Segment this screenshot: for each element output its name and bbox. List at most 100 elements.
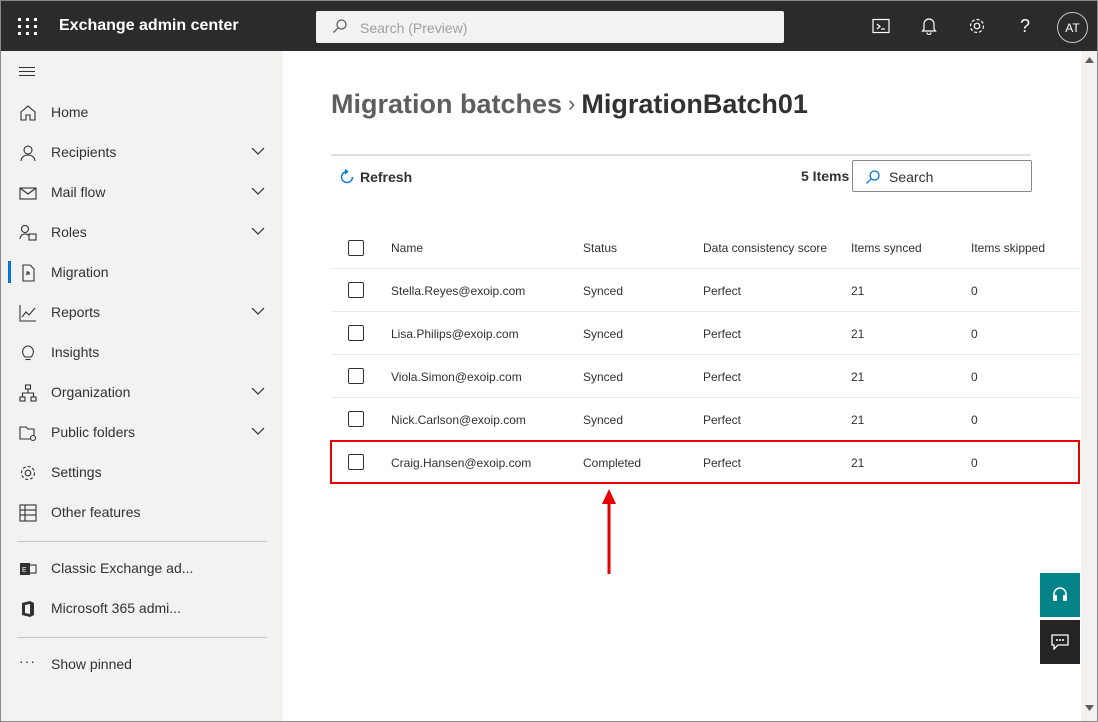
roles-icon xyxy=(19,224,37,241)
sidebar-item-migration[interactable]: Migration xyxy=(1,252,283,292)
cell-items-synced: 21 xyxy=(851,327,865,341)
sidebar-item-label: Migration xyxy=(51,264,109,280)
show-pinned-button[interactable]: ··· Show pinned xyxy=(1,644,283,684)
hamburger-icon[interactable] xyxy=(19,67,35,79)
sidebar: Home Recipients Mail flow Roles Migratio… xyxy=(1,51,283,721)
waffle-icon[interactable] xyxy=(15,15,37,37)
sidebar-item-public-folders[interactable]: Public folders xyxy=(1,412,283,452)
table-header-row: Name Status Data consistency score Items… xyxy=(331,227,1079,269)
sidebar-link-label: Classic Exchange ad... xyxy=(51,560,194,576)
cell-score: Perfect xyxy=(703,327,742,341)
sidebar-item-label: Reports xyxy=(51,304,101,320)
exchange-icon: E xyxy=(20,563,37,575)
column-header-score[interactable]: Data consistency score xyxy=(703,241,827,255)
sidebar-item-home[interactable]: Home xyxy=(1,92,283,132)
cell-name: Viola.Simon@exoip.com xyxy=(391,370,522,384)
avatar[interactable]: AT xyxy=(1057,12,1088,43)
chevron-down-icon xyxy=(251,387,265,395)
sidebar-link-classic-exchange[interactable]: E Classic Exchange ad... xyxy=(1,548,283,588)
column-header-items-skipped[interactable]: Items skipped xyxy=(971,241,1045,255)
column-header-items-synced[interactable]: Items synced xyxy=(851,241,922,255)
chevron-down-icon xyxy=(251,307,265,315)
cell-items-skipped: 0 xyxy=(971,370,978,384)
row-checkbox[interactable] xyxy=(348,282,364,298)
sidebar-item-label: Mail flow xyxy=(51,184,106,200)
app-window: Exchange admin center Search (Preview) ?… xyxy=(0,0,1098,722)
cell-items-skipped: 0 xyxy=(971,327,978,341)
row-checkbox[interactable] xyxy=(348,411,364,427)
cell-status: Synced xyxy=(583,413,624,427)
table-icon xyxy=(19,504,37,522)
sidebar-item-roles[interactable]: Roles xyxy=(1,212,283,252)
breadcrumb-parent[interactable]: Migration batches xyxy=(331,89,562,119)
highlight-box xyxy=(330,440,1080,484)
sidebar-divider xyxy=(17,541,267,542)
sidebar-item-recipients[interactable]: Recipients xyxy=(1,132,283,172)
sidebar-divider xyxy=(17,637,267,638)
sidebar-item-label: Roles xyxy=(51,224,87,240)
cell-items-synced: 21 xyxy=(851,370,865,384)
cell-score: Perfect xyxy=(703,284,742,298)
scroll-up-icon[interactable] xyxy=(1085,57,1094,63)
breadcrumb: Migration batches › MigrationBatch01 xyxy=(331,89,808,120)
sidebar-item-organization[interactable]: Organization xyxy=(1,372,283,412)
cell-items-skipped: 0 xyxy=(971,413,978,427)
item-count: 5 Items xyxy=(801,168,850,184)
more-icon: ··· xyxy=(19,653,36,669)
sidebar-item-mail-flow[interactable]: Mail flow xyxy=(1,172,283,212)
gear-icon[interactable] xyxy=(965,14,989,38)
show-pinned-label: Show pinned xyxy=(51,656,132,672)
table-row[interactable]: Viola.Simon@exoip.com Synced Perfect 21 … xyxy=(331,355,1079,398)
cell-name: Nick.Carlson@exoip.com xyxy=(391,413,526,427)
chevron-down-icon xyxy=(251,427,265,435)
bell-icon[interactable] xyxy=(917,14,941,38)
command-bar-divider xyxy=(331,154,1031,156)
cell-status: Synced xyxy=(583,327,624,341)
chevron-down-icon xyxy=(251,187,265,195)
scroll-down-icon[interactable] xyxy=(1085,705,1094,711)
app-title[interactable]: Exchange admin center xyxy=(59,17,239,35)
person-icon xyxy=(20,145,36,162)
folder-icon xyxy=(19,426,37,442)
sidebar-link-label: Microsoft 365 admi... xyxy=(51,600,181,616)
cell-score: Perfect xyxy=(703,413,742,427)
refresh-button[interactable]: Refresh xyxy=(338,168,412,186)
sidebar-link-microsoft-365-admin[interactable]: Microsoft 365 admi... xyxy=(1,588,283,628)
headset-icon xyxy=(1053,587,1067,601)
table-row[interactable]: Stella.Reyes@exoip.com Synced Perfect 21… xyxy=(331,269,1079,312)
main-content: Migration batches › MigrationBatch01 Refre… xyxy=(283,51,1079,721)
global-search-input[interactable]: Search (Preview) xyxy=(316,11,784,43)
sidebar-item-reports[interactable]: Reports xyxy=(1,292,283,332)
column-header-name[interactable]: Name xyxy=(391,241,423,255)
page-title: MigrationBatch01 xyxy=(581,89,808,119)
annotation-arrow xyxy=(602,489,616,574)
cell-items-synced: 21 xyxy=(851,284,865,298)
selected-indicator xyxy=(8,261,11,283)
table-search-input[interactable]: Search xyxy=(852,160,1032,192)
table-row[interactable]: Lisa.Philips@exoip.com Synced Perfect 21… xyxy=(331,312,1079,355)
row-checkbox[interactable] xyxy=(348,325,364,341)
chevron-down-icon xyxy=(251,147,265,155)
office-icon xyxy=(22,601,34,617)
vertical-scrollbar[interactable] xyxy=(1081,51,1097,721)
select-all-checkbox[interactable] xyxy=(348,240,364,256)
row-checkbox[interactable] xyxy=(348,368,364,384)
top-bar: Exchange admin center Search (Preview) ?… xyxy=(1,1,1097,51)
cell-name: Stella.Reyes@exoip.com xyxy=(391,284,526,298)
table-row[interactable]: Nick.Carlson@exoip.com Synced Perfect 21… xyxy=(331,398,1079,441)
mail-icon xyxy=(19,187,37,200)
sidebar-item-settings[interactable]: Settings xyxy=(1,452,283,492)
refresh-icon xyxy=(340,168,354,184)
feedback-button[interactable] xyxy=(1040,620,1080,664)
support-button[interactable] xyxy=(1040,573,1080,617)
chevron-down-icon xyxy=(251,227,265,235)
migration-icon xyxy=(22,264,35,282)
help-icon[interactable]: ? xyxy=(1013,14,1037,38)
cloud-shell-icon[interactable] xyxy=(869,14,893,38)
sidebar-item-other-features[interactable]: Other features xyxy=(1,492,283,532)
sidebar-item-insights[interactable]: Insights xyxy=(1,332,283,372)
search-icon xyxy=(333,19,347,33)
cell-status: Synced xyxy=(583,370,624,384)
cell-name: Lisa.Philips@exoip.com xyxy=(391,327,519,341)
column-header-status[interactable]: Status xyxy=(583,241,617,255)
